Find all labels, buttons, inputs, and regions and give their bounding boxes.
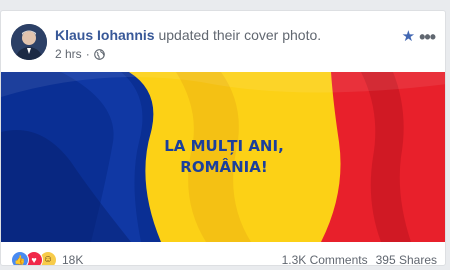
post-meta: 2 hrs · bbox=[55, 47, 105, 61]
reactions-summary[interactable]: 👍 ♥ ☺ 18K bbox=[11, 251, 83, 265]
post-time[interactable]: 2 hrs bbox=[55, 47, 82, 61]
author-name[interactable]: Klaus Iohannis bbox=[55, 27, 155, 43]
post-footer: 👍 ♥ ☺ 18K 1.3K Comments 395 Shares bbox=[1, 248, 445, 265]
author-line: Klaus Iohannis updated their cover photo… bbox=[55, 27, 321, 43]
star-icon[interactable]: ★ bbox=[402, 29, 415, 44]
cover-photo[interactable]: LA MULȚI ANI, ROMÂNIA! bbox=[1, 72, 445, 242]
reaction-count[interactable]: 18K bbox=[62, 253, 83, 265]
globe-icon bbox=[93, 48, 105, 60]
post-action: updated their cover photo. bbox=[158, 27, 322, 43]
post-header: Klaus Iohannis updated their cover photo… bbox=[1, 11, 445, 71]
avatar[interactable] bbox=[11, 24, 47, 60]
like-icon: 👍 bbox=[11, 251, 29, 265]
shares-count[interactable]: 395 Shares bbox=[376, 253, 437, 265]
comments-count[interactable]: 1.3K Comments bbox=[282, 253, 368, 265]
post-stats: 1.3K Comments 395 Shares bbox=[282, 253, 437, 265]
post-card: Klaus Iohannis updated their cover photo… bbox=[0, 10, 446, 266]
more-options-icon[interactable]: ••• bbox=[419, 28, 436, 46]
header-actions: ★ ••• bbox=[402, 28, 436, 46]
